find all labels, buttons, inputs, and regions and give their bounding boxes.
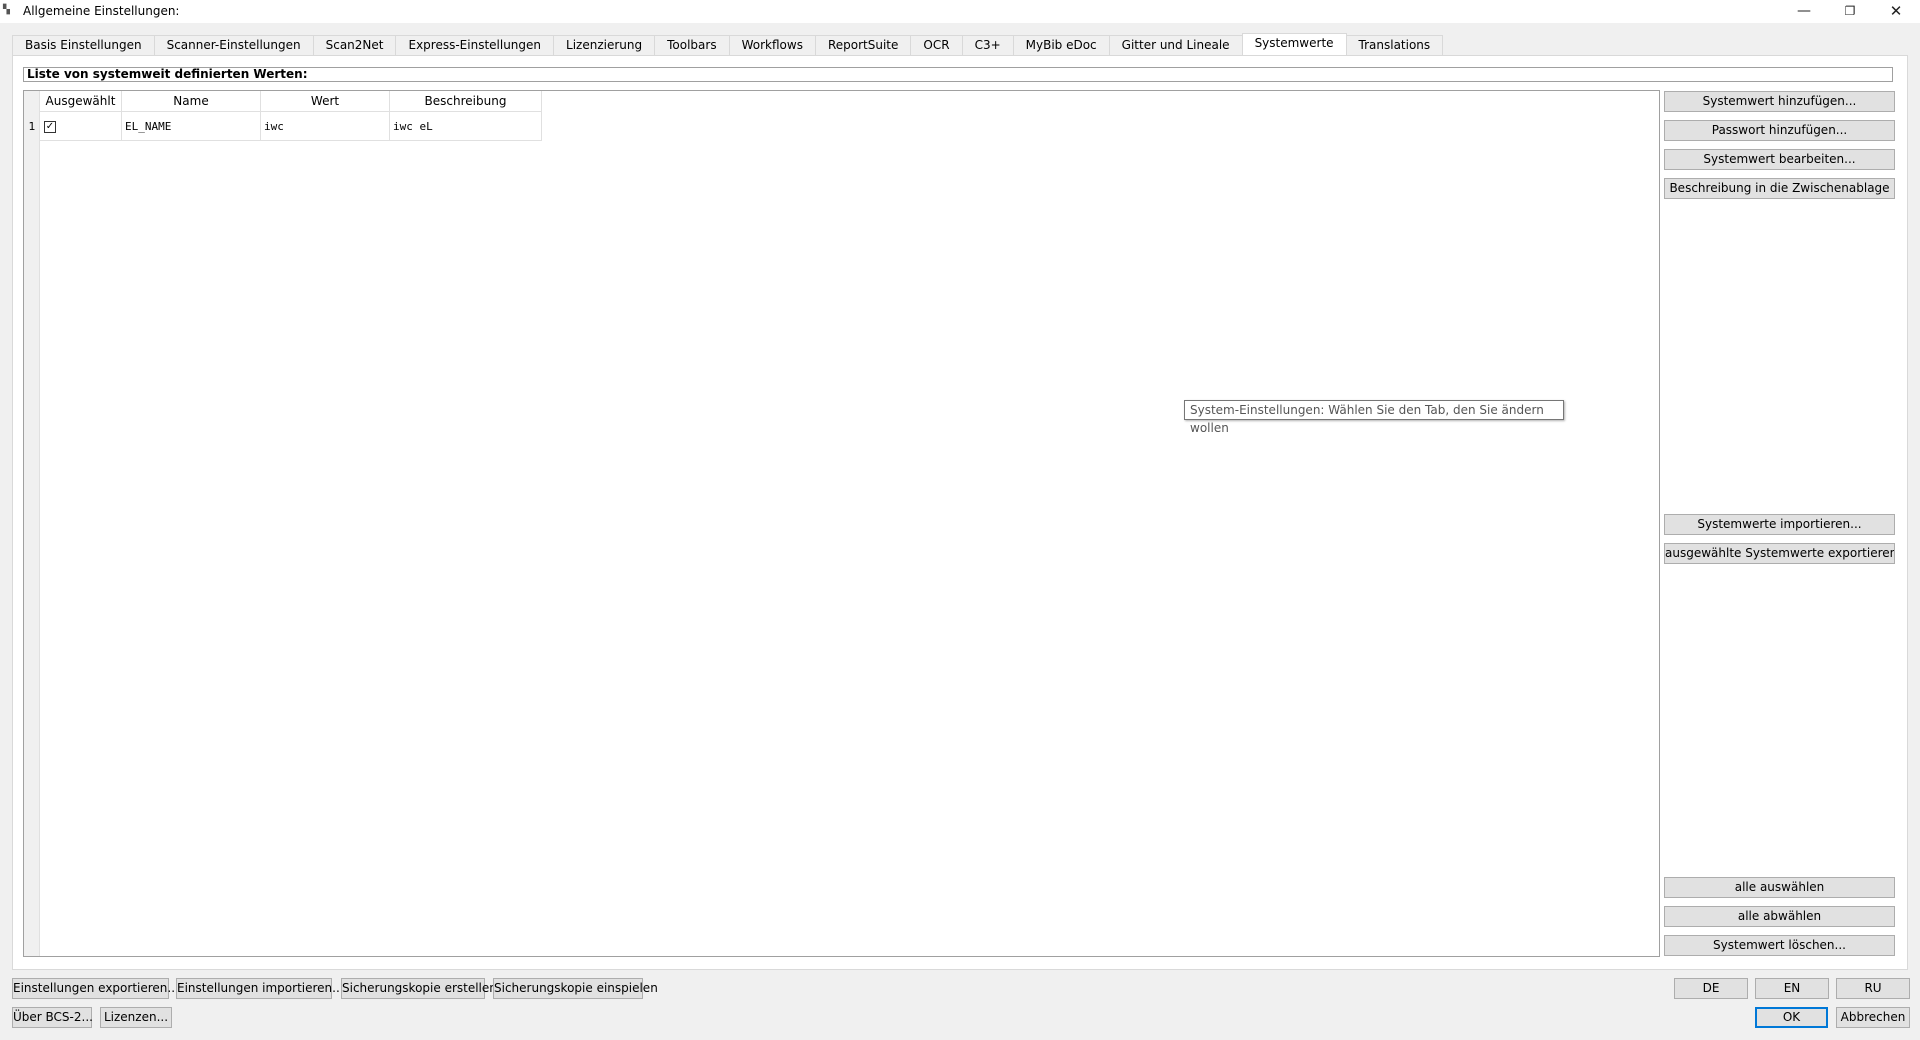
- app-icon[interactable]: ▚: [3, 3, 17, 17]
- export-selected-values-button[interactable]: ausgewählte Systemwerte exportieren...: [1664, 543, 1895, 564]
- tab-gitter-und-lineale[interactable]: Gitter und Lineale: [1108, 35, 1243, 55]
- column-header-wert[interactable]: Wert: [261, 91, 390, 112]
- table-cell-value[interactable]: iwc: [261, 112, 390, 141]
- tab-ocr[interactable]: OCR: [910, 35, 963, 55]
- tooltip: System-Einstellungen: Wählen Sie den Tab…: [1184, 400, 1564, 435]
- language-de-button[interactable]: DE: [1674, 978, 1748, 999]
- row-select-checkbox[interactable]: ✓: [44, 121, 56, 133]
- create-backup-button[interactable]: Sicherungskopie erstellen: [341, 978, 497, 999]
- window-title: Allgemeine Einstellungen:: [23, 4, 180, 18]
- language-ru-button[interactable]: RU: [1836, 978, 1910, 999]
- tab-basis-einstellungen[interactable]: Basis Einstellungen: [12, 35, 155, 55]
- export-settings-button[interactable]: Einstellungen exportieren...: [12, 978, 179, 999]
- add-system-value-button[interactable]: Systemwert hinzufügen...: [1664, 91, 1895, 112]
- column-header-name[interactable]: Name: [122, 91, 261, 112]
- ok-button[interactable]: OK: [1755, 1007, 1828, 1028]
- close-icon[interactable]: ✕: [1873, 0, 1919, 23]
- tab-content-panel: Liste von systemweit definierten Werten:…: [12, 55, 1908, 970]
- tab-c3plus[interactable]: C3+: [961, 35, 1014, 55]
- delete-system-value-button[interactable]: Systemwert löschen...: [1664, 935, 1895, 956]
- tab-lizenzierung[interactable]: Lizenzierung: [553, 35, 656, 55]
- minimize-icon[interactable]: —: [1781, 0, 1827, 23]
- tab-systemwerte[interactable]: Systemwerte: [1241, 33, 1347, 55]
- title-bar: ▚ Allgemeine Einstellungen: — ❐ ✕: [0, 0, 1920, 23]
- column-header-beschreibung[interactable]: Beschreibung: [390, 91, 542, 112]
- deselect-all-button[interactable]: alle abwählen: [1664, 906, 1895, 927]
- tab-express-einstellungen[interactable]: Express-Einstellungen: [395, 35, 555, 55]
- table-cell-name[interactable]: EL_NAME: [122, 112, 261, 141]
- tab-reportsuite[interactable]: ReportSuite: [814, 35, 912, 55]
- table-cell-selected[interactable]: ✓: [40, 112, 122, 141]
- table-cell-description[interactable]: iwc eL: [390, 112, 542, 141]
- tab-translations[interactable]: Translations: [1345, 35, 1444, 55]
- import-settings-button[interactable]: Einstellungen importieren...: [176, 978, 344, 999]
- tab-toolbars[interactable]: Toolbars: [654, 35, 730, 55]
- import-system-values-button[interactable]: Systemwerte importieren...: [1664, 514, 1895, 535]
- restore-icon[interactable]: ❐: [1827, 0, 1873, 23]
- licenses-button[interactable]: Lizenzen...: [100, 1007, 172, 1028]
- language-en-button[interactable]: EN: [1755, 978, 1829, 999]
- system-values-table[interactable]: Ausgewählt Name Wert Beschreibung 1 ✓ EL…: [23, 90, 1660, 957]
- column-header-ausgewaehlt[interactable]: Ausgewählt: [40, 91, 122, 112]
- about-button[interactable]: Über BCS-2...: [12, 1007, 93, 1028]
- tab-scanner-einstellungen[interactable]: Scanner-Einstellungen: [153, 35, 314, 55]
- row-number[interactable]: 1: [24, 112, 40, 141]
- cancel-button[interactable]: Abbrechen: [1836, 1007, 1910, 1028]
- tab-scan2net[interactable]: Scan2Net: [312, 35, 397, 55]
- tab-workflows[interactable]: Workflows: [728, 35, 816, 55]
- select-all-button[interactable]: alle auswählen: [1664, 877, 1895, 898]
- tab-bar: Basis Einstellungen Scanner-Einstellunge…: [12, 33, 1444, 55]
- tab-mybib-edoc[interactable]: MyBib eDoc: [1012, 35, 1110, 55]
- copy-description-button[interactable]: Beschreibung in die Zwischenablage: [1664, 178, 1895, 199]
- row-header-gutter: [24, 91, 40, 956]
- edit-system-value-button[interactable]: Systemwert bearbeiten...: [1664, 149, 1895, 170]
- restore-backup-button[interactable]: Sicherungskopie einspielen: [493, 978, 658, 999]
- list-heading: Liste von systemweit definierten Werten:: [23, 67, 1893, 82]
- add-password-button[interactable]: Passwort hinzufügen...: [1664, 120, 1895, 141]
